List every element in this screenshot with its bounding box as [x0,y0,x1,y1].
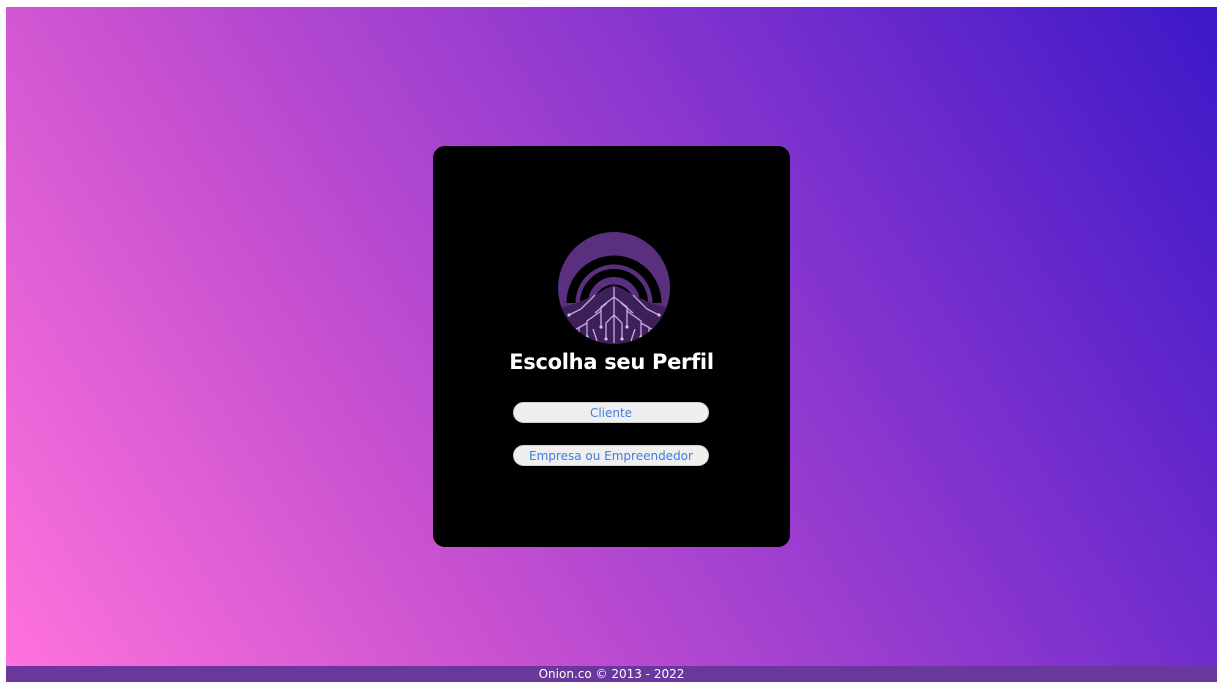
page-viewport: Escolha seu Perfil Cliente Empresa ou Em… [6,7,1217,682]
footer-copyright: Onion.co © 2013 - 2022 [538,667,685,681]
empresa-empreendedor-button[interactable]: Empresa ou Empreendedor [513,445,709,466]
onion-logo-icon [558,232,670,344]
cliente-button[interactable]: Cliente [513,402,709,423]
card-title: Escolha seu Perfil [509,350,714,374]
profile-card: Escolha seu Perfil Cliente Empresa ou Em… [433,146,790,547]
footer: Onion.co © 2013 - 2022 [6,666,1217,682]
gradient-background: Escolha seu Perfil Cliente Empresa ou Em… [6,7,1217,666]
